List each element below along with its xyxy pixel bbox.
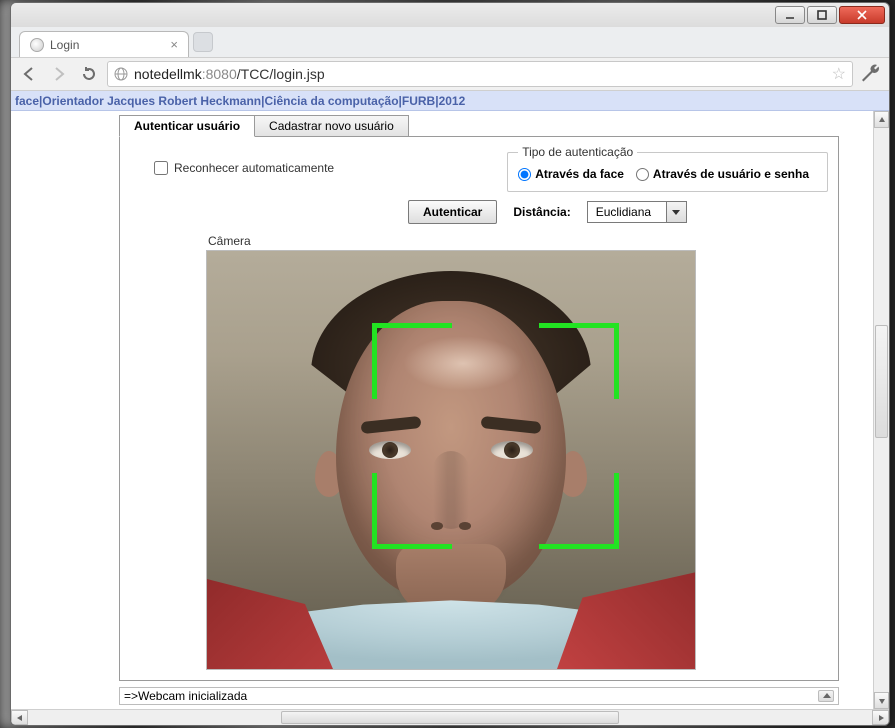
arrow-right-icon [51, 66, 67, 82]
face-bracket-corner [539, 473, 619, 549]
window-titlebar [11, 3, 889, 27]
distance-selected-value: Euclidiana [588, 205, 666, 219]
radio-face[interactable] [518, 168, 531, 181]
nav-forward-button[interactable] [47, 62, 71, 86]
radio-userpass-option[interactable]: Através de usuário e senha [636, 167, 809, 181]
tab-authenticate-user[interactable]: Autenticar usuário [119, 115, 255, 137]
horizontal-scrollbar[interactable] [11, 709, 889, 725]
scroll-down-button[interactable] [874, 692, 889, 709]
arrow-left-icon [21, 66, 37, 82]
scroll-left-button[interactable] [11, 710, 28, 725]
browser-tab-login[interactable]: Login × [19, 31, 189, 57]
distance-select[interactable]: Euclidiana [587, 201, 687, 223]
auth-type-legend: Tipo de autenticação [518, 145, 637, 159]
address-bar[interactable]: notedellmk:8080/TCC/login.jsp ☆ [107, 61, 853, 87]
browser-tab-title: Login [50, 38, 79, 52]
reload-icon [81, 66, 97, 82]
scroll-right-button[interactable] [872, 710, 889, 725]
browser-tabbar: Login × [11, 27, 889, 57]
radio-userpass[interactable] [636, 168, 649, 181]
url-host: notedellmk [134, 66, 202, 82]
auto-recognize-field[interactable]: Reconhecer automaticamente [130, 145, 334, 175]
maximize-icon [817, 10, 827, 20]
tab-close-icon[interactable]: × [170, 37, 178, 52]
wrench-icon [859, 62, 883, 86]
radio-face-label: Através da face [535, 167, 624, 181]
breadcrumb-link[interactable]: face [15, 94, 39, 108]
scroll-thumb[interactable] [875, 325, 888, 438]
camera-section: Câmera [206, 232, 716, 670]
browser-menu-button[interactable] [859, 62, 883, 86]
radio-userpass-label: Através de usuário e senha [653, 167, 809, 181]
breadcrumb-link[interactable]: 2012 [439, 94, 466, 108]
window-close-button[interactable] [839, 6, 885, 24]
tab-register-user[interactable]: Cadastrar novo usuário [255, 115, 409, 137]
page-tabs: Autenticar usuário Cadastrar novo usuári… [119, 114, 881, 136]
auth-type-group: Tipo de autenticação Através da face Atr… [507, 145, 828, 192]
distance-label: Distância: [513, 205, 570, 219]
status-log: =>Webcam inicializada [119, 687, 839, 705]
breadcrumb-link[interactable]: Ciência da computação [264, 94, 398, 108]
auto-recognize-label: Reconhecer automaticamente [174, 161, 334, 175]
scroll-track[interactable] [874, 128, 889, 692]
breadcrumb: face | Orientador Jacques Robert Heckman… [11, 91, 889, 111]
browser-window: Login × notedellmk:8080/TCC/login.jsp ☆ … [10, 2, 890, 726]
face-bracket-corner [372, 473, 452, 549]
scroll-track[interactable] [28, 710, 872, 725]
auth-panel: Reconhecer automaticamente Tipo de auten… [119, 136, 839, 681]
face-bracket-corner [372, 323, 452, 399]
window-maximize-button[interactable] [807, 6, 837, 24]
globe-icon [114, 67, 128, 81]
close-icon [857, 10, 867, 20]
authenticate-button[interactable]: Autenticar [408, 200, 497, 224]
chevron-down-icon[interactable] [666, 202, 686, 222]
radio-face-option[interactable]: Através da face [518, 167, 624, 181]
log-scroll-up-icon[interactable] [818, 690, 834, 702]
nav-back-button[interactable] [17, 62, 41, 86]
nav-reload-button[interactable] [77, 62, 101, 86]
bookmark-star-icon[interactable]: ☆ [832, 64, 846, 84]
favicon-icon [30, 38, 44, 52]
status-text: =>Webcam inicializada [124, 689, 247, 703]
minimize-icon [785, 10, 795, 20]
page-viewport: face | Orientador Jacques Robert Heckman… [11, 91, 889, 709]
face-bracket-corner [539, 323, 619, 399]
camera-preview [206, 250, 696, 670]
url-port: :8080 [202, 66, 237, 82]
browser-toolbar: notedellmk:8080/TCC/login.jsp ☆ [11, 57, 889, 91]
vertical-scrollbar[interactable] [873, 111, 889, 709]
camera-photo [207, 251, 695, 669]
camera-legend: Câmera [206, 234, 253, 248]
auto-recognize-checkbox[interactable] [154, 161, 168, 175]
scroll-up-button[interactable] [874, 111, 889, 128]
new-tab-button[interactable] [193, 32, 213, 52]
url-path: /TCC/login.jsp [237, 66, 325, 82]
scroll-thumb[interactable] [281, 711, 619, 724]
breadcrumb-link[interactable]: Orientador Jacques Robert Heckmann [42, 94, 261, 108]
window-minimize-button[interactable] [775, 6, 805, 24]
breadcrumb-link[interactable]: FURB [402, 94, 435, 108]
